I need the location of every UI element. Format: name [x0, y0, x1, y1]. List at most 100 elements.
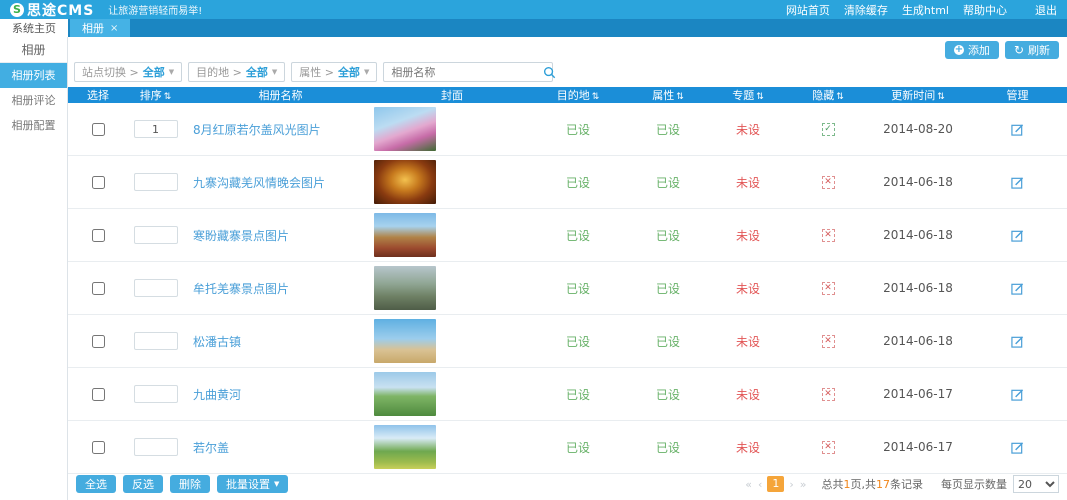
album-name-link[interactable]: 8月红原若尔盖风光图片 — [193, 121, 321, 138]
sort-order-input[interactable] — [134, 279, 178, 297]
album-name-link[interactable]: 松潘古镇 — [193, 333, 241, 350]
column-header-sort[interactable]: 排序⇅ — [128, 87, 183, 103]
sort-order-input[interactable] — [134, 438, 178, 456]
destination-status[interactable]: 已设 — [566, 439, 590, 456]
column-header-destination[interactable]: 目的地⇅ — [528, 87, 628, 103]
sort-arrows-icon[interactable]: ⇅ — [756, 92, 764, 102]
row-checkbox[interactable] — [92, 388, 105, 401]
destination-status[interactable]: 已设 — [566, 121, 590, 138]
batch-settings-button[interactable]: 批量设置 ▼ — [217, 475, 288, 493]
sort-arrows-icon[interactable]: ⇅ — [836, 92, 844, 102]
edit-icon[interactable] — [1011, 441, 1024, 454]
tab-close-icon[interactable]: × — [110, 23, 118, 34]
sidebar-item-album-comments[interactable]: 相册评论 — [0, 88, 67, 113]
sidebar-item-album-list[interactable]: 相册列表 — [0, 63, 67, 88]
edit-icon[interactable] — [1011, 123, 1024, 136]
sort-order-input[interactable] — [134, 332, 178, 350]
refresh-button[interactable]: ↻ 刷新 — [1005, 41, 1059, 59]
tab-system-home[interactable]: 系统主页 — [0, 19, 68, 37]
album-cover-image[interactable] — [374, 425, 436, 469]
album-cover-image[interactable] — [374, 319, 436, 363]
site-filter-dropdown[interactable]: 站点切换 >全部 ▼ — [74, 62, 182, 82]
album-cover-image[interactable] — [374, 107, 436, 151]
topic-status[interactable]: 未设 — [736, 121, 760, 138]
prev-page-button[interactable]: ‹ — [757, 478, 763, 491]
search-input[interactable] — [384, 66, 543, 79]
nav-help-center[interactable]: 帮助中心 — [963, 2, 1007, 18]
hidden-toggle-icon[interactable]: ✕ — [822, 282, 835, 295]
album-cover-image[interactable] — [374, 213, 436, 257]
row-checkbox[interactable] — [92, 282, 105, 295]
select-all-button[interactable]: 全选 — [76, 475, 116, 493]
attribute-status[interactable]: 已设 — [656, 227, 680, 244]
topic-status[interactable]: 未设 — [736, 174, 760, 191]
sort-arrows-icon[interactable]: ⇅ — [164, 92, 172, 102]
sort-order-input[interactable] — [134, 226, 178, 244]
attribute-status[interactable]: 已设 — [656, 386, 680, 403]
column-header-attribute[interactable]: 属性⇅ — [628, 87, 708, 103]
attribute-status[interactable]: 已设 — [656, 174, 680, 191]
hidden-toggle-icon[interactable]: ✕ — [822, 176, 835, 189]
column-header-hidden[interactable]: 隐藏⇅ — [788, 87, 868, 103]
next-page-button[interactable]: › — [788, 478, 794, 491]
sort-order-input[interactable] — [134, 120, 178, 138]
topic-status[interactable]: 未设 — [736, 386, 760, 403]
nav-site-home[interactable]: 网站首页 — [786, 2, 830, 18]
destination-status[interactable]: 已设 — [566, 227, 590, 244]
row-checkbox[interactable] — [92, 335, 105, 348]
sidebar-item-album-config[interactable]: 相册配置 — [0, 113, 67, 138]
nav-logout[interactable]: 退出 — [1035, 2, 1057, 18]
hidden-toggle-icon[interactable]: ✓ — [822, 123, 835, 136]
sort-arrows-icon[interactable]: ⇅ — [592, 92, 600, 102]
album-cover-image[interactable] — [374, 266, 436, 310]
nav-generate-html[interactable]: 生成html — [902, 2, 949, 18]
destination-status[interactable]: 已设 — [566, 333, 590, 350]
attribute-status[interactable]: 已设 — [656, 280, 680, 297]
row-checkbox[interactable] — [92, 176, 105, 189]
sort-arrows-icon[interactable]: ⇅ — [676, 92, 684, 102]
row-checkbox[interactable] — [92, 123, 105, 136]
album-cover-image[interactable] — [374, 372, 436, 416]
album-name-link[interactable]: 若尔盖 — [193, 439, 229, 456]
hidden-toggle-icon[interactable]: ✕ — [822, 229, 835, 242]
sort-order-input[interactable] — [134, 385, 178, 403]
sort-order-input[interactable] — [134, 173, 178, 191]
sort-arrows-icon[interactable]: ⇅ — [937, 92, 945, 102]
hidden-toggle-icon[interactable]: ✕ — [822, 335, 835, 348]
album-name-link[interactable]: 牟托羌寨景点图片 — [193, 280, 289, 297]
nav-clear-cache[interactable]: 清除缓存 — [844, 2, 888, 18]
topic-status[interactable]: 未设 — [736, 439, 760, 456]
attribute-status[interactable]: 已设 — [656, 333, 680, 350]
search-button[interactable] — [543, 63, 556, 81]
invert-select-button[interactable]: 反选 — [123, 475, 163, 493]
album-name-link[interactable]: 寒盼藏寨景点图片 — [193, 227, 289, 244]
destination-status[interactable]: 已设 — [566, 280, 590, 297]
destination-filter-dropdown[interactable]: 目的地 >全部 ▼ — [188, 62, 285, 82]
row-checkbox[interactable] — [92, 229, 105, 242]
album-name-link[interactable]: 九寨沟藏羌风情晚会图片 — [193, 174, 325, 191]
edit-icon[interactable] — [1011, 282, 1024, 295]
album-name-link[interactable]: 九曲黄河 — [193, 386, 241, 403]
edit-icon[interactable] — [1011, 388, 1024, 401]
column-header-updated[interactable]: 更新时间⇅ — [868, 87, 968, 103]
attribute-filter-dropdown[interactable]: 属性 >全部 ▼ — [291, 62, 377, 82]
first-page-button[interactable]: « — [744, 478, 753, 491]
hidden-toggle-icon[interactable]: ✕ — [822, 388, 835, 401]
attribute-status[interactable]: 已设 — [656, 439, 680, 456]
hidden-toggle-icon[interactable]: ✕ — [822, 441, 835, 454]
delete-button[interactable]: 删除 — [170, 475, 210, 493]
column-header-topic[interactable]: 专题⇅ — [708, 87, 788, 103]
destination-status[interactable]: 已设 — [566, 386, 590, 403]
topic-status[interactable]: 未设 — [736, 227, 760, 244]
row-checkbox[interactable] — [92, 441, 105, 454]
per-page-select[interactable]: 20 — [1013, 475, 1059, 493]
edit-icon[interactable] — [1011, 176, 1024, 189]
tab-album[interactable]: 相册 × — [70, 19, 130, 37]
add-button[interactable]: + 添加 — [945, 41, 999, 59]
edit-icon[interactable] — [1011, 229, 1024, 242]
current-page-button[interactable]: 1 — [767, 476, 784, 492]
last-page-button[interactable]: » — [799, 478, 808, 491]
album-cover-image[interactable] — [374, 160, 436, 204]
attribute-status[interactable]: 已设 — [656, 121, 680, 138]
destination-status[interactable]: 已设 — [566, 174, 590, 191]
